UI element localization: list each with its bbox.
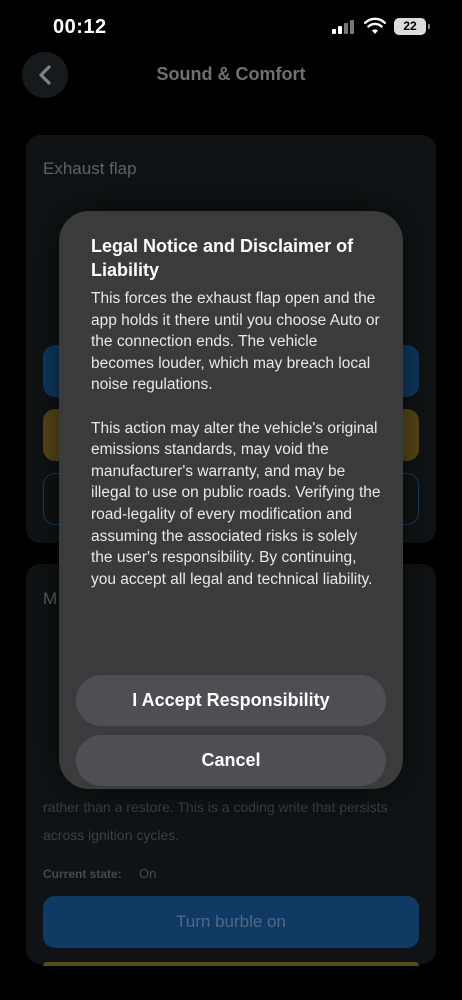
current-state-label: Current state: xyxy=(43,867,122,881)
burble-description-line: rather than a restore. This is a coding … xyxy=(43,799,388,815)
cellular-signal-icon xyxy=(332,20,356,34)
burble-card-title: M xyxy=(43,589,58,608)
accept-responsibility-button[interactable]: I Accept Responsibility xyxy=(76,675,386,726)
burble-description-line: across ignition cycles. xyxy=(43,827,180,843)
dialog-title: Legal Notice and Disclaimer of Liability xyxy=(91,236,354,280)
status-time: 00:12 xyxy=(53,16,107,38)
wifi-icon xyxy=(364,17,386,34)
status-bar: 00:12 22 xyxy=(0,0,462,56)
current-state-value: On xyxy=(139,866,157,881)
burble-secondary-button[interactable] xyxy=(43,962,419,966)
turn-burble-on-button[interactable]: Turn burble on xyxy=(43,896,419,948)
legal-disclaimer-dialog: Legal Notice and Disclaimer of Liability… xyxy=(59,211,403,789)
cancel-button[interactable]: Cancel xyxy=(76,735,386,786)
exhaust-flap-title: Exhaust flap xyxy=(43,159,137,178)
battery-icon: 22 xyxy=(394,18,430,35)
dialog-body: This forces the exhaust flap open and th… xyxy=(91,290,381,588)
page-title: Sound & Comfort xyxy=(156,64,306,84)
